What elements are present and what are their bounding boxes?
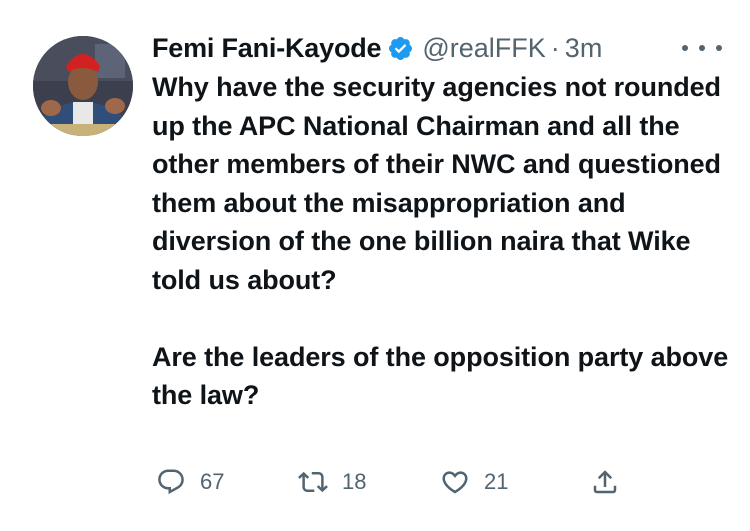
more-dot — [699, 45, 705, 51]
separator-dot: · — [550, 32, 560, 63]
heart-icon — [440, 467, 470, 497]
tweet-paragraph: Are the leaders of the opposition party … — [152, 341, 729, 411]
like-count: 21 — [484, 469, 509, 494]
share-button[interactable] — [590, 462, 620, 502]
retweet-count: 18 — [342, 469, 367, 494]
share-icon — [590, 467, 620, 497]
retweet-button[interactable]: 18 — [298, 462, 366, 502]
more-dot — [682, 45, 688, 51]
like-button[interactable]: 21 — [440, 462, 508, 502]
reply-button[interactable]: 67 — [156, 462, 224, 502]
avatar[interactable] — [33, 36, 133, 136]
display-name[interactable]: Femi Fani-Kayode — [152, 33, 382, 64]
reply-count: 67 — [200, 469, 225, 494]
verified-badge-icon — [387, 35, 414, 62]
more-icon[interactable] — [682, 38, 722, 58]
retweet-icon — [298, 467, 328, 497]
tweet-text: Why have the security agencies not round… — [152, 68, 732, 415]
user-handle[interactable]: @realFFK — [422, 33, 545, 64]
reply-icon — [156, 467, 186, 497]
action-bar: 67 18 21 — [152, 462, 732, 502]
timestamp[interactable]: 3m — [565, 33, 603, 64]
tweet-paragraph: Why have the security agencies not round… — [152, 72, 721, 295]
tweet-card[interactable]: Femi Fani-Kayode @realFFK · 3m Why have … — [0, 0, 750, 531]
tweet-header: Femi Fani-Kayode @realFFK · 3m — [152, 30, 602, 66]
more-dot — [716, 45, 722, 51]
